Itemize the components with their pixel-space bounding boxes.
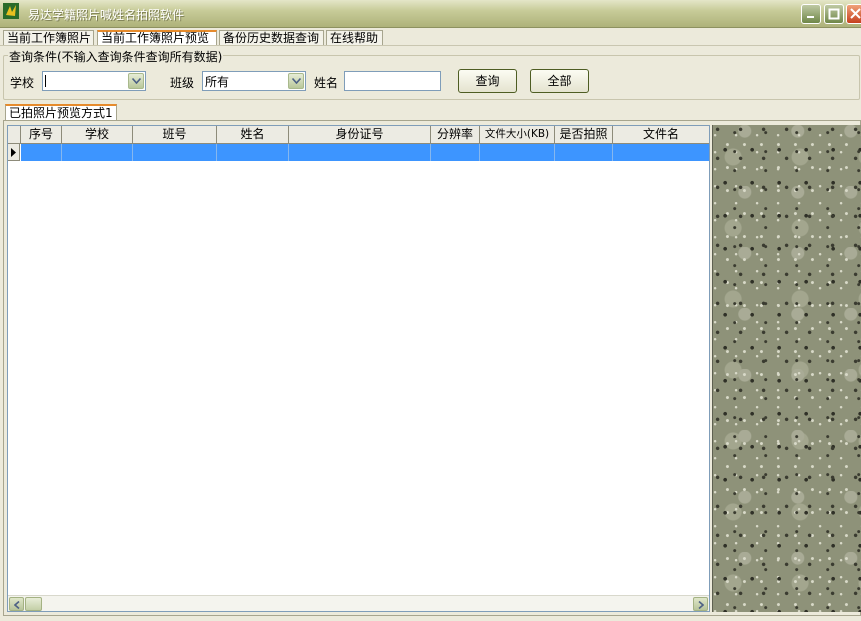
chevron-down-icon[interactable]: [128, 73, 144, 89]
table-cell[interactable]: [133, 144, 217, 161]
table-cell[interactable]: [431, 144, 480, 161]
tab-backup-query[interactable]: 备份历史数据查询: [219, 30, 324, 46]
column-header[interactable]: 学校: [62, 126, 133, 144]
tab-panel-divider: [0, 45, 861, 46]
class-label: 班级: [170, 76, 195, 90]
maximize-button[interactable]: [824, 4, 844, 24]
app-icon: [3, 3, 19, 19]
scroll-left-icon[interactable]: [9, 597, 24, 611]
table-cell[interactable]: [613, 144, 709, 161]
search-button[interactable]: 查询: [458, 69, 517, 93]
query-groupbox-legend: 查询条件(不输入查询条件查询所有数据): [8, 48, 224, 65]
bottom-edge: [0, 616, 861, 621]
school-label: 学校: [10, 76, 35, 90]
column-header[interactable]: 是否拍照: [555, 126, 613, 144]
column-header[interactable]: 文件名: [613, 126, 709, 144]
scrollbar-thumb[interactable]: [25, 597, 42, 611]
school-combo[interactable]: [42, 71, 146, 91]
table-cell[interactable]: [289, 144, 431, 161]
column-header[interactable]: 分辨率: [431, 126, 480, 144]
class-combo[interactable]: 所有: [202, 71, 306, 91]
photo-preview-panel: [712, 125, 861, 612]
name-label: 姓名: [314, 76, 339, 90]
table-cell[interactable]: [217, 144, 289, 161]
chevron-down-icon[interactable]: [288, 73, 304, 89]
close-button[interactable]: [846, 4, 861, 24]
name-input[interactable]: [344, 71, 441, 91]
tab-workbook-preview[interactable]: 当前工作簿照片预览: [97, 30, 217, 46]
tab-online-help[interactable]: 在线帮助: [326, 30, 383, 46]
column-header[interactable]: 姓名: [217, 126, 289, 144]
grid-header: 序号 学校 班号 姓名 身份证号 分辨率 文件大小(KB) 是否拍照 文件名: [8, 126, 709, 144]
column-header[interactable]: 身份证号: [289, 126, 431, 144]
title-bar: 易达学籍照片喊姓名拍照软件: [0, 0, 861, 28]
scroll-right-icon[interactable]: [693, 597, 708, 611]
table-row[interactable]: [8, 144, 709, 161]
photo-grid[interactable]: 序号 学校 班号 姓名 身份证号 分辨率 文件大小(KB) 是否拍照 文件名: [7, 125, 710, 612]
row-pointer-icon: [8, 144, 20, 161]
table-cell[interactable]: [62, 144, 133, 161]
table-cell[interactable]: [480, 144, 555, 161]
horizontal-scrollbar[interactable]: [8, 595, 709, 611]
window-title: 易达学籍照片喊姓名拍照软件: [28, 8, 185, 22]
column-header[interactable]: 班号: [133, 126, 217, 144]
text-cursor: [45, 75, 46, 87]
class-value: 所有: [205, 75, 230, 89]
header-indicator-cell: [8, 126, 21, 144]
tab-workbook-photos[interactable]: 当前工作簿照片: [3, 30, 94, 46]
column-header[interactable]: 文件大小(KB): [480, 126, 555, 144]
show-all-button[interactable]: 全部: [530, 69, 589, 93]
table-cell[interactable]: [21, 144, 62, 161]
table-cell[interactable]: [555, 144, 613, 161]
column-header[interactable]: 序号: [21, 126, 62, 144]
minimize-button[interactable]: [801, 4, 821, 24]
tab-preview-mode-1[interactable]: 已拍照片预览方式1: [5, 104, 117, 121]
